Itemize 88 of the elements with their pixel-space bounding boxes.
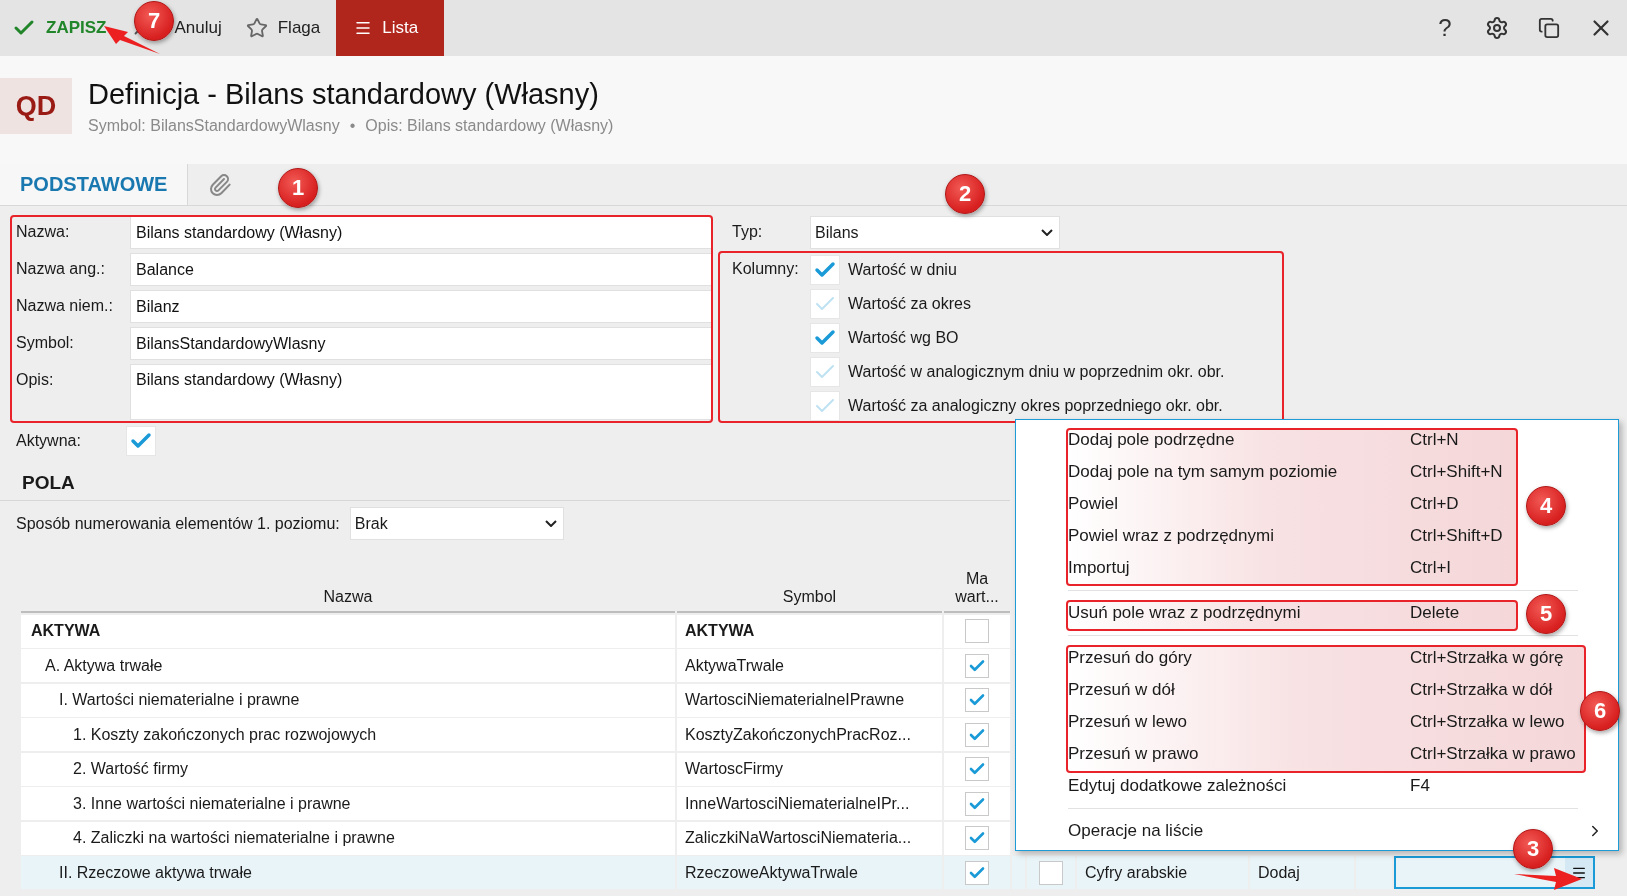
callout-number: 2 xyxy=(945,174,985,214)
table-cell: AKTYWA xyxy=(677,614,942,648)
table-cell: II. Rzeczowe aktywa trwałe xyxy=(21,856,675,890)
option-label: Wartość w analogicznym dniu w poprzednim okr. obr. xyxy=(848,362,1225,381)
table-cell: 4. Zaliczki na wartości niematerialne i prawne xyxy=(21,821,675,855)
menu-item[interactable]: Importuj Ctrl+I xyxy=(1068,552,1452,584)
option-label: Wartość za okres xyxy=(848,294,971,313)
field-label: Aktywna: xyxy=(15,432,82,450)
column-header[interactable]: Ma wart... xyxy=(944,570,1010,614)
table-cell: 1. Koszty zakończonych prac rozwojowych xyxy=(21,718,675,752)
field-label: Sposób numerowania elementów 1. poziomu: xyxy=(16,514,340,533)
field-label: Symbol: xyxy=(15,333,75,352)
checkbox[interactable] xyxy=(810,254,840,285)
menu-item[interactable]: Przesuń w dół Ctrl+Strzałka w dół xyxy=(1068,674,1553,706)
checkbox[interactable] xyxy=(126,426,156,456)
option-label: Wartość wg BO xyxy=(848,328,959,347)
field-label: Nazwa ang.: xyxy=(15,259,106,278)
tab[interactable]: PODSTAWOWE xyxy=(0,164,189,205)
callout-number: 1 xyxy=(278,168,318,208)
checkbox[interactable] xyxy=(810,356,840,387)
table-cell: AKTYWA xyxy=(21,614,675,648)
help-button[interactable]: ? xyxy=(1419,0,1471,56)
chevron-down-icon xyxy=(544,520,557,527)
checkbox[interactable] xyxy=(810,390,840,421)
paperclip-icon xyxy=(208,172,233,197)
table-cell: 2. Wartość firmy xyxy=(21,752,675,786)
table-cell: KosztyZakończonychPracRoz... xyxy=(677,718,942,752)
option-label: Wartość za analogiczny okres poprzedniego okr. obr. xyxy=(848,396,1223,415)
field-label: Typ: xyxy=(731,222,764,241)
module-badge: QD xyxy=(0,78,72,134)
table-cell: ZaliczkiNaWartosciNiemateria... xyxy=(677,821,942,855)
table-cell: WartoscFirmy xyxy=(677,752,942,786)
table-cell: AktywaTrwale xyxy=(677,649,942,683)
table-cell xyxy=(1012,856,1025,890)
input-field[interactable]: Balance xyxy=(130,253,712,286)
table-cell: Dodaj xyxy=(1250,856,1354,890)
checkbox[interactable] xyxy=(965,688,989,713)
menu-item[interactable]: Powiel Ctrl+D xyxy=(1068,488,1459,520)
menu-item[interactable]: Usuń pole wraz z podrzędnymi Delete xyxy=(1068,597,1460,629)
numbering-dropdown[interactable]: Brak xyxy=(349,507,564,540)
menu-item[interactable]: Przesuń w lewo Ctrl+Strzałka w lewo xyxy=(1068,706,1565,738)
checkbox[interactable] xyxy=(1039,860,1063,885)
chevron-down-icon xyxy=(1041,229,1053,236)
checkbox[interactable] xyxy=(965,791,989,816)
column-header[interactable]: Nazwa xyxy=(21,570,675,614)
list-button[interactable]: Lista xyxy=(336,0,445,56)
description-text: Opis: Bilans standardowy (Własny) xyxy=(365,117,614,135)
menu-item[interactable]: Edytuj dodatkowe zależności F4 xyxy=(1068,770,1430,802)
input-field[interactable]: Bilans standardowy (Własny) xyxy=(130,216,712,249)
checkbox[interactable] xyxy=(965,860,989,885)
table-cell: I. Wartości niematerialne i prawne xyxy=(21,683,675,717)
flag-button[interactable]: Flaga xyxy=(233,0,333,56)
table-cell: Cyfry arabskie xyxy=(1077,856,1248,890)
page-title: Definicja - Bilans standardowy (Własny) xyxy=(88,78,600,111)
checkbox[interactable] xyxy=(810,322,840,353)
field-label: Nazwa niem.: xyxy=(15,296,114,315)
column-header[interactable]: Symbol xyxy=(677,570,942,614)
menu-item[interactable]: Dodaj pole podrzędne Ctrl+N xyxy=(1068,424,1459,456)
checkbox[interactable] xyxy=(965,757,989,782)
table-cell: RzeczoweAktywaTrwale xyxy=(677,856,942,890)
section-title: POLA xyxy=(0,472,1010,501)
checkbox[interactable] xyxy=(810,288,840,319)
menu-item[interactable]: Dodaj pole na tym samym poziomie Ctrl+Shift+N xyxy=(1068,456,1503,488)
menu-item[interactable]: Powiel wraz z podrzędnymi Ctrl+Shift+D xyxy=(1068,520,1503,552)
table-cell: A. Aktywa trwałe xyxy=(21,649,675,683)
type-dropdown[interactable]: Bilans xyxy=(810,216,1060,249)
save-button[interactable]: ZAPISZ xyxy=(0,0,119,56)
option-label: Wartość w dniu xyxy=(848,260,957,279)
input-field[interactable]: Bilanz xyxy=(130,290,712,323)
menu-item[interactable]: Przesuń w prawo Ctrl+Strzałka w prawo xyxy=(1068,738,1576,770)
star-icon xyxy=(245,17,268,39)
checkbox[interactable] xyxy=(965,826,989,851)
symbol-text: Symbol: BilansStandardowyWlasny xyxy=(88,117,340,135)
field-label: Kolumny: xyxy=(731,259,800,278)
table-cell: WartosciNiematerialneIPrawne xyxy=(677,683,942,717)
checkbox[interactable] xyxy=(965,722,989,747)
table-cell: InneWartosciNiematerialneIPr... xyxy=(677,787,942,821)
table-cell xyxy=(1356,856,1392,890)
menu-item[interactable]: Przesuń do góry Ctrl+Strzałka w górę xyxy=(1068,642,1564,674)
menu-icon xyxy=(354,19,373,37)
field-label: Nazwa: xyxy=(15,222,71,241)
text-area[interactable]: Bilans standardowy (Własny) xyxy=(130,364,712,420)
input-field[interactable]: BilansStandardowyWlasny xyxy=(130,327,712,360)
checkbox[interactable] xyxy=(965,653,989,678)
field-label: Opis: xyxy=(15,370,55,389)
checkbox[interactable] xyxy=(965,619,989,644)
separator-dot: • xyxy=(349,117,356,135)
table-cell: 3. Inne wartości niematerialne i prawne xyxy=(21,787,675,821)
